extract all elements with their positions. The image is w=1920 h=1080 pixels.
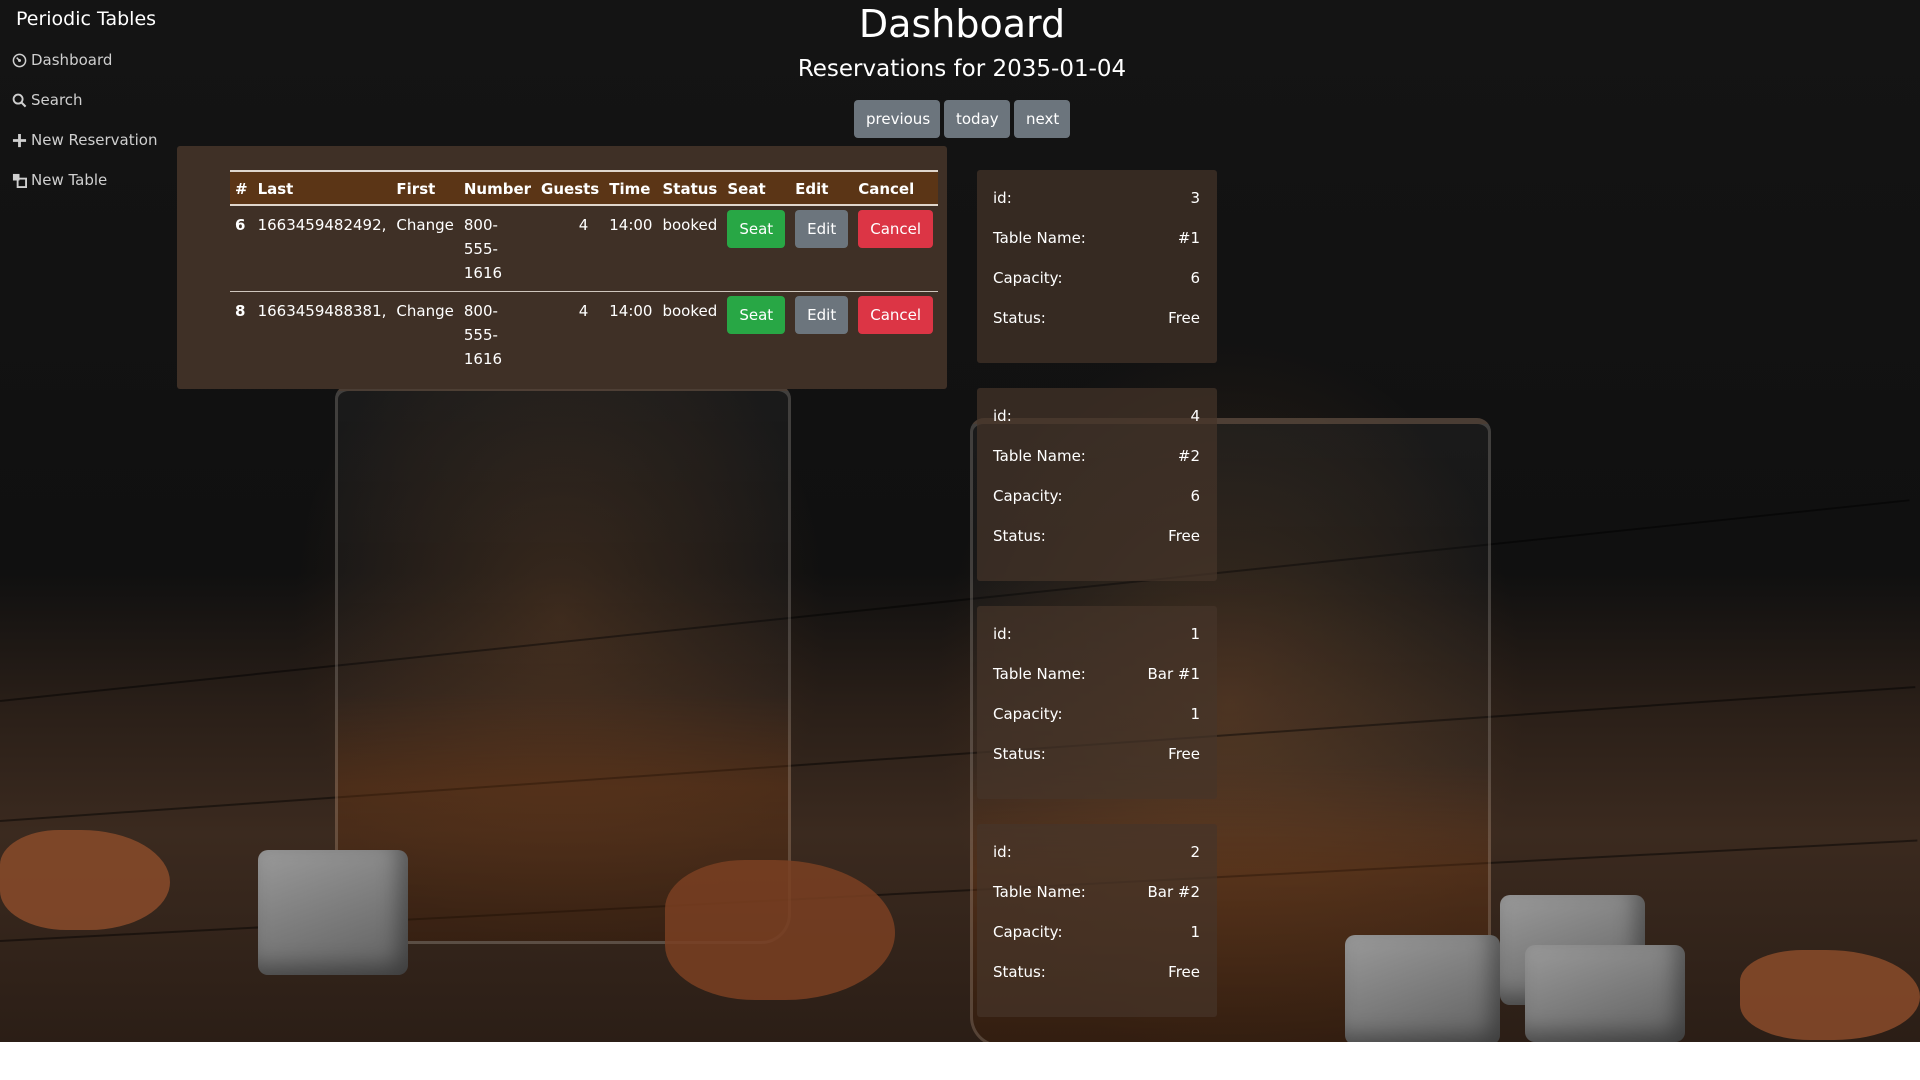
reservation-last: 1663459482492,	[257, 216, 387, 234]
column-header: Edit	[795, 180, 829, 198]
column-header: Status	[662, 180, 718, 198]
table-id: 3	[1190, 189, 1200, 207]
table-status: Free	[1168, 745, 1200, 763]
column-header: Cancel	[858, 180, 915, 198]
table-card: id: 4 Table Name: #2 Capacity: 6 Status: Fre…	[977, 388, 1217, 581]
date-navigation: previous today next	[854, 100, 1070, 138]
seat-button[interactable]: Seat	[727, 296, 786, 334]
sidebar-item-label: New Table	[31, 171, 108, 189]
reservation-number: 800-555-1616	[463, 216, 503, 282]
cancel-button[interactable]: Cancel	[858, 210, 934, 248]
table-capacity: 1	[1190, 923, 1200, 941]
card-label: id:	[993, 625, 1012, 643]
reservations-table: # Last First Number Guests Time Status S…	[230, 170, 939, 377]
table-name: #1	[1177, 229, 1200, 247]
reservation-time: 14:00	[604, 291, 658, 377]
card-label: Status:	[993, 527, 1046, 545]
edit-button[interactable]: Edit	[795, 296, 849, 334]
table-id: 2	[1190, 843, 1200, 861]
table-card: id: 1 Table Name: Bar #1 Capacity: 1 Status…	[977, 606, 1217, 799]
sidebar-item-label: New Reservation	[31, 131, 158, 149]
card-label: Capacity:	[993, 705, 1063, 723]
table-status: Free	[1168, 963, 1200, 981]
column-header: Number	[463, 180, 532, 198]
search-icon	[12, 93, 27, 107]
card-label: Capacity:	[993, 923, 1063, 941]
seat-button[interactable]: Seat	[727, 210, 786, 248]
column-header: Last	[257, 180, 294, 198]
table-capacity: 6	[1190, 487, 1200, 505]
reservation-last: 1663459488381,	[252, 291, 392, 377]
table-name: Bar #2	[1147, 883, 1200, 901]
reservation-status: booked	[657, 291, 723, 377]
reservations-panel: # Last First Number Guests Time Status S…	[177, 146, 947, 389]
card-label: id:	[993, 189, 1012, 207]
page-title: Dashboard	[858, 2, 1066, 46]
sidebar-item-label: Search	[31, 91, 83, 109]
table-name: #2	[1177, 447, 1200, 465]
table-status: Free	[1168, 527, 1200, 545]
sidebar-item-new-table[interactable]: New Table	[12, 171, 107, 189]
card-label: id:	[993, 843, 1012, 861]
card-label: Status:	[993, 309, 1046, 327]
plus-icon	[12, 133, 27, 147]
previous-button[interactable]: previous	[854, 100, 940, 138]
card-label: Status:	[993, 745, 1046, 763]
card-label: Table Name:	[993, 229, 1086, 247]
next-button[interactable]: next	[1014, 100, 1070, 138]
sidebar-item-new-reservation[interactable]: New Reservation	[12, 131, 157, 149]
sidebar-item-search[interactable]: Search	[12, 91, 83, 109]
reservation-guests: 4	[578, 216, 589, 234]
table-capacity: 6	[1190, 269, 1200, 287]
reservation-id: 8	[230, 291, 253, 377]
column-header: Seat	[727, 180, 766, 198]
page-subtitle: Reservations for 2035-01-04	[797, 56, 1127, 82]
edit-button[interactable]: Edit	[795, 210, 849, 248]
reservation-status: booked	[662, 216, 718, 234]
reservation-id: 6	[235, 216, 246, 234]
card-label: id:	[993, 407, 1012, 425]
card-label: Table Name:	[993, 665, 1086, 683]
column-header: Guests	[541, 180, 600, 198]
table-id: 4	[1190, 407, 1200, 425]
reservation-time: 14:00	[609, 216, 653, 234]
card-label: Table Name:	[993, 447, 1086, 465]
column-header: First	[396, 180, 436, 198]
table-card: id: 2 Table Name: Bar #2 Capacity: 1 Status…	[977, 824, 1217, 1017]
cancel-button[interactable]: Cancel	[858, 296, 934, 334]
table-status: Free	[1168, 309, 1200, 327]
table-name: Bar #1	[1147, 665, 1200, 683]
card-label: Capacity:	[993, 269, 1063, 287]
column-header: Time	[609, 180, 651, 198]
table-row: 8 1663459488381, Change 800-555-1616 4 1…	[230, 291, 939, 377]
table-id: 1	[1190, 625, 1200, 643]
column-header: #	[235, 180, 248, 198]
table-capacity: 1	[1190, 705, 1200, 723]
reservation-guests: 4	[536, 291, 605, 377]
card-label: Table Name:	[993, 883, 1086, 901]
table-header-row: # Last First Number Guests Time Status S…	[230, 171, 939, 205]
reservation-first: Change	[396, 216, 454, 234]
table-row: 6 1663459482492, Change 800-555-1616 4 1…	[230, 205, 938, 292]
reservation-first: Change	[391, 291, 459, 377]
reservation-number: 800-555-1616	[458, 291, 537, 377]
table-icon	[12, 173, 27, 188]
table-card: id: 3 Table Name: #1 Capacity: 6 Status: Fre…	[977, 170, 1217, 363]
today-button[interactable]: today	[944, 100, 1010, 138]
card-label: Status:	[993, 963, 1046, 981]
card-label: Capacity:	[993, 487, 1063, 505]
